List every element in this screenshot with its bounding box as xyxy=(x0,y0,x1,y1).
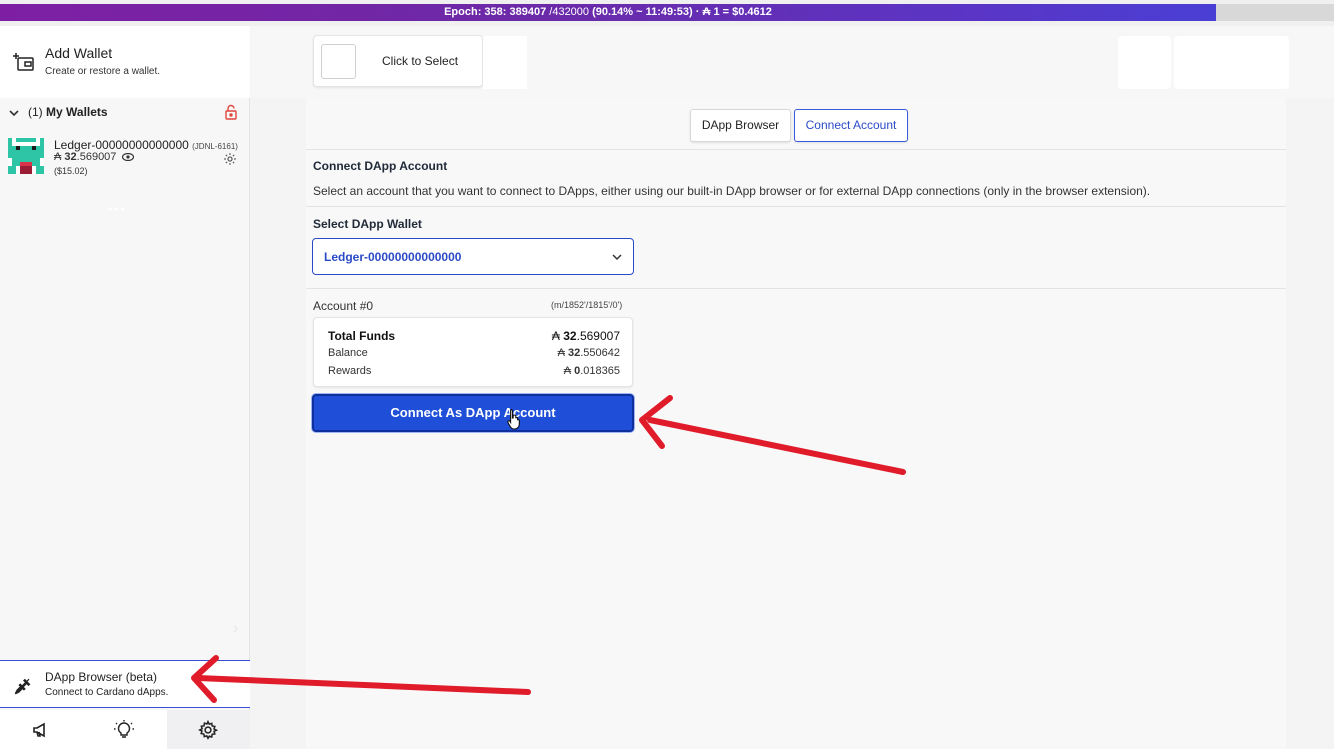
my-wallets-header[interactable]: (1) My Wallets xyxy=(0,100,250,126)
lightbulb-icon xyxy=(114,720,134,738)
plug-icon xyxy=(14,678,31,695)
wallet-tag: (JDNL-6161) xyxy=(192,142,238,151)
account-select-placeholder xyxy=(321,44,356,79)
funds-whole: 32 xyxy=(567,347,581,359)
account-select-label: Click to Select xyxy=(382,54,459,68)
divider xyxy=(306,149,1286,150)
wallet-avatar xyxy=(8,138,44,174)
add-wallet-button[interactable]: Add Wallet Create or restore a wallet. xyxy=(0,26,250,98)
hand-cursor-icon xyxy=(507,408,520,430)
ada-symbol: ₳ xyxy=(551,329,560,343)
topbar-blank-panel xyxy=(1174,36,1289,89)
wallet-name: Ledger-00000000000000 (JDNL-6161) xyxy=(54,138,238,152)
ada-symbol: ₳ xyxy=(557,347,565,359)
chevron-right-icon: › xyxy=(233,620,239,637)
account-select-button[interactable]: Click to Select xyxy=(313,35,483,87)
add-wallet-title: Add Wallet xyxy=(45,45,113,61)
gear-icon xyxy=(198,720,218,740)
ada-price: · ₳ 1 = $0.4612 xyxy=(692,6,772,18)
my-wallets-count: (1) xyxy=(28,105,43,119)
funds-decimal: .018365 xyxy=(580,365,620,377)
chevron-down-icon xyxy=(612,254,622,261)
lock-icon[interactable] xyxy=(224,104,238,120)
divider xyxy=(306,206,1286,207)
funds-value: ₳ 32.550642 xyxy=(558,347,620,359)
add-wallet-icon xyxy=(13,53,34,71)
wallet-list-item[interactable]: Ledger-00000000000000 (JDNL-6161) ₳ 32.5… xyxy=(0,130,250,186)
section-description: Select an account that you want to conne… xyxy=(313,184,1151,198)
dapp-browser-subtitle: Connect to Cardano dApps. xyxy=(45,687,169,698)
funds-decimal: .569007 xyxy=(576,329,620,343)
section-title: Connect DApp Account xyxy=(313,159,448,173)
funds-whole: 32 xyxy=(563,329,577,343)
wallet-fiat-value: ($15.02) xyxy=(54,166,88,176)
loading-dots: ••• xyxy=(108,202,127,216)
tab-connect-account[interactable]: Connect Account xyxy=(794,109,908,142)
funds-value: ₳ 0.018365 xyxy=(564,365,620,377)
dapp-browser-nav[interactable]: DApp Browser (beta) Connect to Cardano d… xyxy=(0,660,250,708)
megaphone-icon xyxy=(33,722,45,738)
topbar-blank-button xyxy=(1118,36,1171,89)
sidebar: Add Wallet Create or restore a wallet. (… xyxy=(0,26,250,749)
funds-row-balance: Balance ₳ 32.550642 xyxy=(328,347,620,359)
chevron-down-icon xyxy=(9,110,19,117)
announcements-button[interactable] xyxy=(0,710,83,749)
epoch-bar-end xyxy=(1216,4,1334,21)
wallet-select-value: Ledger-00000000000000 xyxy=(324,250,462,264)
topbar-blank-area xyxy=(483,36,527,89)
account-derivation-path: (m/1852'/1815'/0') xyxy=(551,300,623,310)
tips-button[interactable] xyxy=(83,710,166,749)
account-label: Account #0 xyxy=(313,299,374,313)
funds-label: Balance xyxy=(328,347,368,359)
wallet-settings-icon[interactable] xyxy=(223,152,237,166)
sidebar-bottom-toolbar xyxy=(0,710,250,749)
ada-symbol: ₳ xyxy=(563,365,572,377)
divider xyxy=(306,288,1286,289)
epoch-label: Epoch: 358: 389407 xyxy=(444,6,547,18)
tab-dapp-browser[interactable]: DApp Browser xyxy=(690,109,791,142)
select-wallet-label: Select DApp Wallet xyxy=(313,217,422,231)
epoch-bar: Epoch: 358: 389407 /432000 (90.14% ~ 11:… xyxy=(0,0,1334,26)
funds-value: ₳ 32.569007 xyxy=(552,329,620,343)
ada-symbol: ₳ xyxy=(54,151,62,163)
epoch-status: Epoch: 358: 389407 /432000 (90.14% ~ 11:… xyxy=(0,4,1216,21)
add-wallet-subtitle: Create or restore a wallet. xyxy=(45,66,161,77)
epoch-slot-total: /432000 xyxy=(546,6,590,18)
wallet-name-text: Ledger-00000000000000 xyxy=(54,138,189,152)
my-wallets-label: (1) My Wallets xyxy=(28,105,108,119)
funds-card: Total Funds ₳ 32.569007 Balance ₳ 32.550… xyxy=(313,317,633,387)
wallet-balance-whole: 32 xyxy=(64,151,77,163)
funds-label: Total Funds xyxy=(328,329,396,343)
funds-label: Rewards xyxy=(328,365,372,377)
epoch-progress: (90.14% ~ 11:49:53) xyxy=(589,6,693,18)
funds-decimal: .550642 xyxy=(580,347,620,359)
wallet-select-dropdown[interactable]: Ledger-00000000000000 xyxy=(312,238,634,275)
funds-row-total: Total Funds ₳ 32.569007 xyxy=(328,329,620,343)
eye-icon[interactable] xyxy=(122,153,135,162)
connect-dapp-account-button[interactable]: Connect As DApp Account xyxy=(312,394,634,432)
wallet-balance-decimal: .569007 xyxy=(76,151,117,163)
dapp-browser-title: DApp Browser (beta) xyxy=(45,670,158,684)
my-wallets-title: My Wallets xyxy=(46,105,108,119)
funds-row-rewards: Rewards ₳ 0.018365 xyxy=(328,365,620,377)
settings-button[interactable] xyxy=(167,710,250,749)
wallet-balance: ₳ 32.569007 xyxy=(54,151,135,163)
